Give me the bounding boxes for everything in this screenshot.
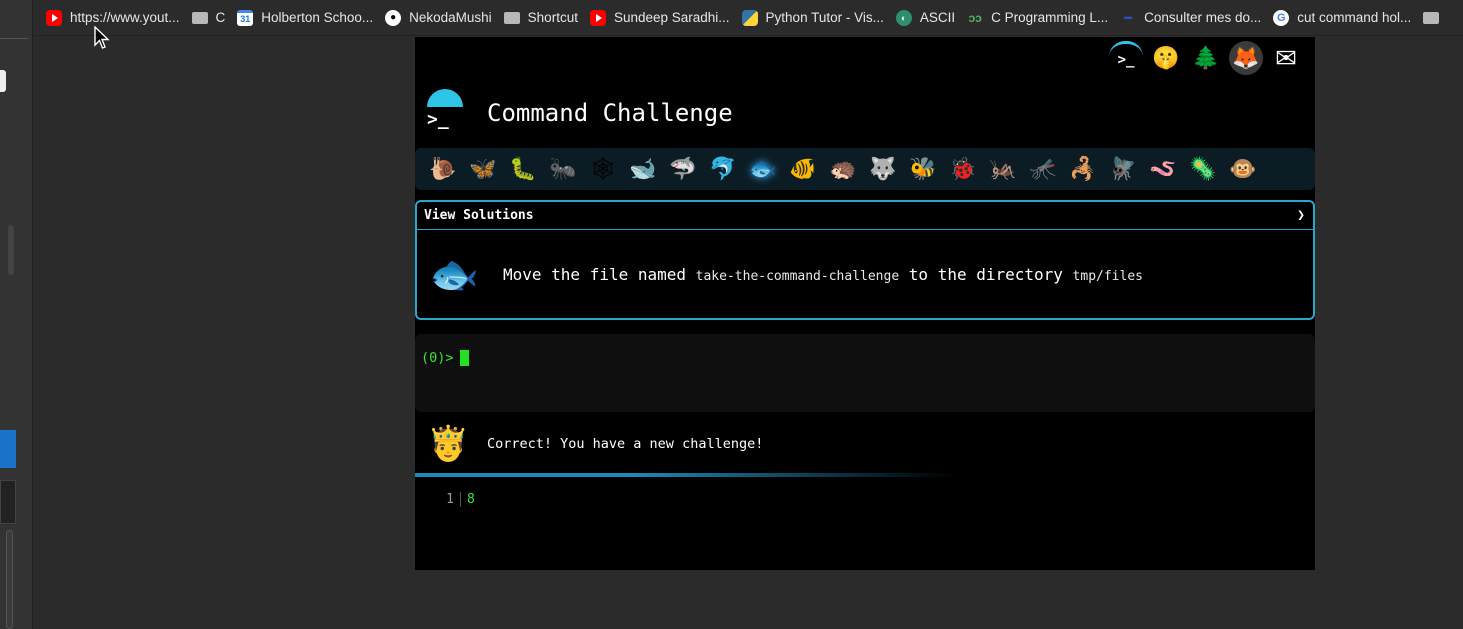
person-crown-icon: 🤴	[427, 425, 470, 463]
logo-dome	[427, 89, 463, 107]
level-hedgehog-icon[interactable]: 🦔	[823, 149, 863, 189]
level-ant-icon[interactable]: 🐜	[543, 149, 583, 189]
terminal-logo-icon[interactable]: >_	[1109, 41, 1143, 75]
level-spider-web-icon[interactable]: 🕸	[583, 149, 623, 189]
bookmark-item[interactable]: ━ Consulter mes do...	[1120, 5, 1269, 31]
bookmark-item[interactable]: ● NekodaMushi	[385, 5, 500, 31]
challenge-body: 🐟 Move the file named take-the-command-c…	[417, 230, 1313, 318]
python-icon	[741, 9, 758, 26]
view-solutions-toggle[interactable]: View Solutions ❯	[417, 202, 1313, 230]
fish-icon: 🐟	[429, 252, 479, 297]
mouse-pointer-icon	[94, 26, 110, 49]
command-challenge-page: >_ 🤫 🌲 🦊 ✉ >_ Command Challenge 🐌 🦋 🐛 🐜 🕸 🐋 🦈 🐬 🐟 🐠 🦔 🐺…	[415, 37, 1315, 570]
challenge-description: Move the file named take-the-command-cha…	[503, 265, 1143, 284]
result-text: Correct! You have a new challenge!	[487, 436, 764, 452]
level-worm-icon[interactable]: 🪱	[1143, 149, 1183, 189]
bookmark-item[interactable]: C	[192, 5, 234, 31]
level-dolphin-icon[interactable]: 🐬	[703, 149, 743, 189]
folder-icon	[192, 10, 208, 26]
bookmark-item[interactable]: Python Tutor - Vis...	[741, 5, 892, 31]
bookmarks-bar: https://www.yout... C 31 Holberton Schoo...…	[34, 0, 1463, 36]
level-scorpion-icon[interactable]: 🦂	[1063, 149, 1103, 189]
scrollbar[interactable]	[8, 225, 14, 275]
level-tropical-fish-icon[interactable]: 🐠	[783, 149, 823, 189]
bookmark-item[interactable]	[1423, 5, 1455, 31]
task-text: Move the file named	[503, 264, 696, 284]
tree-icon[interactable]: 🌲	[1189, 41, 1223, 75]
youtube-icon	[589, 9, 606, 26]
bookmark-item[interactable]: Gcut command hol...	[1273, 5, 1419, 31]
google-icon: G	[1273, 9, 1290, 26]
level-microbe-icon[interactable]: 🦠	[1183, 149, 1223, 189]
level-ladybug-icon[interactable]: 🐞	[943, 149, 983, 189]
bookmark-item[interactable]: ◐ ASCII	[895, 5, 963, 31]
github-icon: ●	[385, 9, 402, 26]
selected-item[interactable]	[0, 430, 16, 468]
bookmark-item[interactable]: Sundeep Saradhi...	[589, 5, 738, 31]
bookmark-label: Holberton Schoo...	[261, 10, 374, 25]
level-mosquito-icon[interactable]: 🦟	[1023, 149, 1063, 189]
scrollbar-vertical[interactable]	[6, 530, 13, 629]
bookmark-label: Sundeep Saradhi...	[613, 10, 730, 25]
consulter-icon: ━	[1124, 10, 1132, 25]
level-butterfly-icon[interactable]: 🦋	[463, 149, 503, 189]
text-cursor	[459, 350, 469, 366]
c-programming-icon: ↄↄ	[968, 10, 982, 25]
bookmark-item[interactable]: Shortcut	[504, 5, 586, 31]
folder-icon	[1423, 10, 1439, 26]
line-number: 1	[415, 492, 461, 507]
task-filename: take-the-command-challenge	[695, 268, 900, 284]
bookmark-label: ASCII	[919, 10, 956, 25]
background-window-edge	[0, 0, 33, 629]
bookmark-label: https://www.yout...	[70, 10, 180, 25]
bookmark-label: C Programming L...	[991, 10, 1109, 25]
progress-fill	[415, 473, 955, 477]
level-selector: 🐌 🦋 🐛 🐜 🕸 🐋 🦈 🐬 🐟 🐠 🦔 🐺 🐝 🐞 🦗 🦟 🦂 🪰 🪱 🦠 🐵	[415, 148, 1315, 190]
task-directory: tmp/files	[1072, 268, 1143, 284]
youtube-icon	[46, 9, 62, 26]
progress-bar	[415, 473, 1315, 477]
window-tab-handle[interactable]	[0, 70, 6, 92]
bookmark-item[interactable]: 31 Holberton Schoo...	[237, 5, 381, 31]
page-title: Command Challenge	[487, 99, 733, 127]
level-fly-icon[interactable]: 🪰	[1103, 149, 1143, 189]
logo-prompt: >_	[427, 109, 449, 130]
envelope-icon[interactable]: ✉	[1269, 41, 1303, 75]
level-monkey-icon[interactable]: 🐵	[1223, 149, 1263, 189]
level-shark-icon[interactable]: 🦈	[663, 149, 703, 189]
chevron-right-icon: ❯	[1297, 208, 1305, 223]
bookmark-label: Shortcut	[527, 10, 578, 25]
header-icon-links: >_ 🤫 🌲 🦊 ✉	[1109, 41, 1303, 75]
terminal-logo-icon[interactable]: >_	[425, 85, 465, 130]
level-caterpillar-icon[interactable]: 🐛	[503, 149, 543, 189]
bookmark-label: cut command hol...	[1297, 10, 1412, 25]
bookmark-item[interactable]: https://www.yout...	[46, 5, 188, 31]
level-bee-icon[interactable]: 🐝	[903, 149, 943, 189]
terminal-input[interactable]: (0)>	[415, 334, 1315, 412]
panel-item[interactable]	[0, 480, 16, 524]
result-message: 🤴 Correct! You have a new challenge!	[415, 419, 1315, 469]
calendar-icon: 31	[237, 9, 254, 26]
level-cricket-icon[interactable]: 🦗	[983, 149, 1023, 189]
ascii-icon: ◐	[895, 9, 912, 26]
shush-face-icon[interactable]: 🤫	[1149, 41, 1183, 75]
level-snail-icon[interactable]: 🐌	[423, 149, 463, 189]
challenge-panel: View Solutions ❯ 🐟 Move the file named t…	[415, 200, 1315, 320]
view-solutions-label: View Solutions	[424, 208, 534, 223]
command-output: 1 8	[415, 492, 1315, 507]
output-value: 8	[467, 492, 475, 507]
bookmark-item[interactable]: ↄↄ C Programming L...	[967, 5, 1116, 31]
divider	[0, 38, 28, 39]
level-wolf-icon[interactable]: 🐺	[863, 149, 903, 189]
gitlab-icon[interactable]: 🦊	[1229, 41, 1263, 75]
bookmark-label: C	[215, 10, 226, 25]
folder-icon	[504, 10, 520, 26]
terminal-prompt: (0)>	[421, 350, 454, 366]
level-whale-icon[interactable]: 🐋	[623, 149, 663, 189]
bookmark-label: Python Tutor - Vis...	[765, 10, 884, 25]
level-fish-icon[interactable]: 🐟	[743, 149, 783, 189]
bookmark-label: NekodaMushi	[409, 10, 492, 25]
bookmark-label: Consulter mes do...	[1144, 10, 1262, 25]
task-text: to the directory	[899, 264, 1073, 284]
